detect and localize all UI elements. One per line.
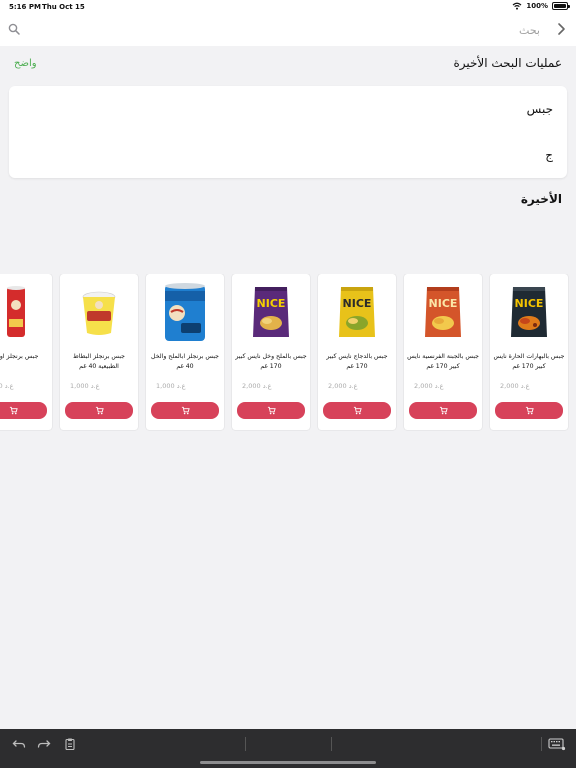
search-input[interactable] (30, 20, 540, 40)
product-price: 2,000 ع.د (0, 382, 14, 390)
chevron-right-icon[interactable] (554, 22, 568, 36)
product-card[interactable]: جبس برنجلز اور غم 2,000 ع.د (0, 274, 52, 430)
products-carousel[interactable]: NICE جبس بالبهارات الحارة نايس كبير 170 … (0, 274, 576, 432)
toolbar-divider (541, 737, 542, 751)
product-name: جبس برنجلز ابالملح والخل 40 غم (151, 353, 219, 370)
product-card[interactable]: NICE جبس بالدجاج نايس كبير 170 غم 2,000 … (318, 274, 396, 430)
product-image-nice-spicy: NICE (511, 287, 547, 337)
add-to-cart-button[interactable] (409, 402, 477, 419)
product-image-nice-salt-vinegar: NICE (253, 287, 289, 337)
svg-text:NICE: NICE (429, 297, 458, 310)
home-indicator (200, 761, 376, 764)
product-card[interactable]: NICE جبس بالملح وخل نايس كبير 170 غم 2,0… (232, 274, 310, 430)
product-name: جبس برنجلز البطاط الطبيعية 40 غم (73, 353, 125, 370)
cart-icon (9, 406, 18, 415)
svg-text:NICE: NICE (515, 297, 544, 310)
search-icon[interactable] (8, 23, 20, 35)
toolbar-divider (245, 737, 246, 751)
svg-text:NICE: NICE (343, 297, 372, 310)
product-image-nice-cheese: NICE (425, 287, 461, 337)
product-price: 2,000 ع.د (500, 382, 530, 390)
product-name: جبس برنجلز اور غم (0, 353, 39, 360)
clear-button[interactable]: واضح (14, 58, 37, 69)
add-to-cart-button[interactable] (65, 402, 133, 419)
product-name: جبس بالدجاج نايس كبير 170 غم (326, 353, 388, 370)
wifi-icon (512, 2, 522, 10)
product-name: جبس بالملح وخل نايس كبير 170 غم (235, 353, 307, 370)
status-time: 5:16 PM (9, 3, 41, 11)
product-card[interactable]: جبس برنجلز ابالملح والخل 40 غم 1,000 ع.د (146, 274, 224, 430)
svg-text:NICE: NICE (257, 297, 286, 310)
battery-percent: 100% (526, 2, 548, 10)
recent-searches-list: جبس ج (9, 86, 567, 178)
undo-icon[interactable] (12, 737, 26, 751)
cart-icon (267, 406, 276, 415)
paste-icon[interactable] (63, 737, 77, 751)
status-bar: 5:16 PM Thu Oct 15 100% (0, 0, 576, 14)
cart-icon (181, 406, 190, 415)
product-price: 1,000 ع.د (70, 382, 100, 390)
search-bar (0, 14, 576, 46)
recent-section-title: الأخيرة (520, 192, 562, 206)
redo-icon[interactable] (37, 737, 51, 751)
product-price: 2,000 ع.د (242, 382, 272, 390)
product-image-nice-chicken: NICE (339, 287, 375, 337)
product-image-pringles-red (7, 286, 25, 337)
product-card[interactable]: جبس برنجلز البطاط الطبيعية 40 غم 1,000 ع… (60, 274, 138, 430)
recent-search-item[interactable]: ج (545, 148, 553, 162)
cart-icon (95, 406, 104, 415)
recent-searches-title: عمليات البحث الأخيرة (453, 56, 562, 70)
keyboard-dismiss-icon[interactable] (548, 737, 566, 751)
cart-icon (353, 406, 362, 415)
keyboard-shortcut-bar (0, 729, 576, 768)
recent-searches-header: عمليات البحث الأخيرة واضح (0, 50, 576, 78)
product-name: جبس بالبهارات الحارة نايس كبير 170 غم (493, 353, 565, 370)
product-price: 1,000 ع.د (156, 382, 186, 390)
add-to-cart-button[interactable] (151, 402, 219, 419)
add-to-cart-button[interactable] (237, 402, 305, 419)
battery-icon (552, 2, 570, 10)
add-to-cart-button[interactable] (495, 402, 563, 419)
toolbar-divider (331, 737, 332, 751)
product-card[interactable]: NICE جبس بالبهارات الحارة نايس كبير 170 … (490, 274, 568, 430)
recent-search-item[interactable]: جبس (527, 102, 553, 116)
product-price: 2,000 ع.د (414, 382, 444, 390)
product-card[interactable]: NICE جبس بالجبنة الفرنسية نايس كبير 170 … (404, 274, 482, 430)
add-to-cart-button[interactable] (323, 402, 391, 419)
product-image-pringles-original (82, 291, 116, 335)
product-name: جبس بالجبنة الفرنسية نايس كبير 170 غم (407, 353, 479, 370)
product-price: 2,000 ع.د (328, 382, 358, 390)
status-date: Thu Oct 15 (42, 3, 85, 11)
product-image-pringles-salt-vinegar (165, 283, 205, 341)
cart-icon (439, 406, 448, 415)
add-to-cart-button[interactable] (0, 402, 47, 419)
status-right: 100% (512, 2, 570, 10)
cart-icon (525, 406, 534, 415)
